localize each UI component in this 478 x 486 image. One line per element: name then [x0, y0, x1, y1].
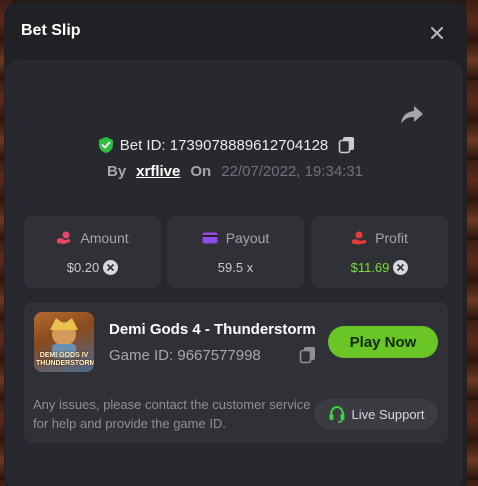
headset-icon	[329, 405, 344, 423]
stat-profit: Profit $11.69	[311, 216, 448, 288]
stat-amount: Amount $0.20	[24, 216, 161, 288]
stat-payout-label: Payout	[225, 230, 270, 246]
stat-amount-label: Amount	[80, 230, 129, 246]
wallet-icon	[202, 232, 218, 244]
game-thumbnail[interactable]: DEMI GODS IV THUNDERSTORM	[34, 312, 94, 372]
game-panel: DEMI GODS IV THUNDERSTORM Demi Gods 4 - …	[24, 302, 448, 443]
stat-payout-value: 59.5 x	[217, 260, 254, 275]
live-support-label: Live Support	[351, 406, 425, 422]
live-support-button[interactable]: Live Support	[314, 399, 438, 429]
on-label: On	[190, 162, 212, 180]
modal-title: Bet Slip	[21, 22, 81, 39]
stat-profit-value: $11.69	[350, 260, 390, 275]
background-art-right	[466, 0, 478, 486]
game-id: Game ID: 9667577998	[109, 347, 261, 364]
stat-profit-label: Profit	[375, 230, 408, 246]
play-now-button[interactable]: Play Now	[328, 326, 438, 358]
support-notice: Any issues, please contact the customer …	[33, 397, 311, 431]
stat-payout: Payout 59.5 x	[167, 216, 304, 288]
by-label: By	[106, 162, 127, 180]
shield-check-icon	[98, 137, 113, 153]
copy-icon[interactable]	[299, 346, 317, 364]
bet-author-row: By xrflive On 22/07/2022, 19:34:31	[0, 160, 474, 182]
stat-amount-value: $0.20	[66, 260, 100, 275]
currency-chip-icon	[103, 260, 119, 275]
game-title: Demi Gods 4 - Thunderstorm	[109, 321, 316, 338]
bet-id: Bet ID: 1739078889612704128	[119, 136, 329, 154]
copy-icon[interactable]	[338, 136, 356, 154]
coin-hand-icon	[57, 231, 71, 244]
hand-coin-icon	[352, 231, 367, 245]
game-thumb-caption: DEMI GODS IV THUNDERSTORM	[36, 352, 94, 367]
close-icon[interactable]	[427, 23, 447, 43]
bet-id-row: Bet ID: 1739078889612704128	[0, 134, 466, 156]
currency-chip-icon	[393, 260, 409, 275]
bet-datetime: 22/07/2022, 19:34:31	[221, 162, 364, 180]
username-link[interactable]: xrflive	[136, 163, 180, 180]
share-icon[interactable]	[400, 104, 424, 126]
